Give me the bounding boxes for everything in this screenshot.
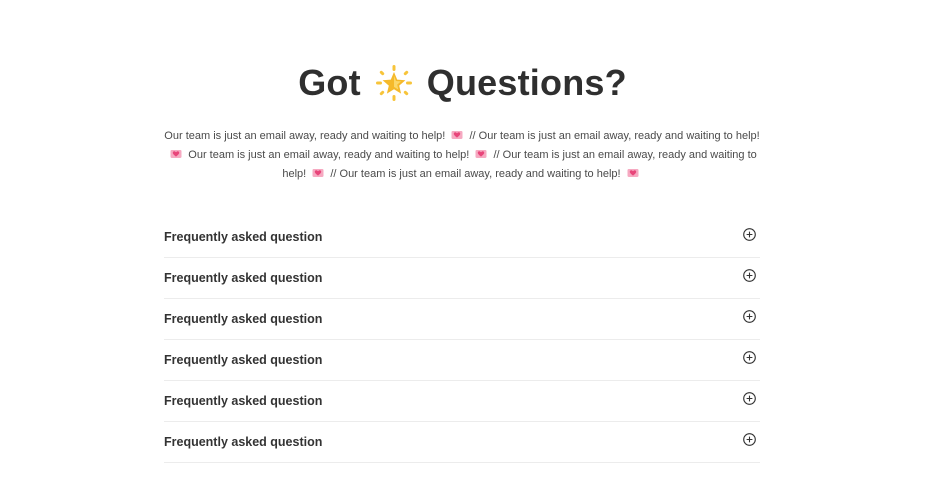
faq-item-3[interactable]: Frequently asked question bbox=[164, 299, 760, 340]
faq-item-1[interactable]: Frequently asked question bbox=[164, 217, 760, 258]
love-letter-icon bbox=[475, 147, 487, 165]
plus-circle-icon[interactable] bbox=[743, 433, 756, 451]
faq-question: Frequently asked question bbox=[164, 435, 323, 449]
love-letter-icon bbox=[451, 128, 463, 146]
faq-list: Frequently asked question Frequently ask… bbox=[164, 217, 760, 463]
faq-question: Frequently asked question bbox=[164, 394, 323, 408]
intro-segment-5: // Our team is just an email away, ready… bbox=[330, 168, 621, 180]
faq-item-4[interactable]: Frequently asked question bbox=[164, 340, 760, 381]
plus-circle-icon[interactable] bbox=[743, 351, 756, 369]
plus-circle-icon[interactable] bbox=[743, 228, 756, 246]
intro-segment-2: // Our team is just an email away, ready… bbox=[469, 130, 760, 142]
sparkle-star-icon bbox=[375, 64, 413, 102]
plus-circle-icon[interactable] bbox=[743, 269, 756, 287]
plus-circle-icon[interactable] bbox=[743, 310, 756, 328]
faq-item-5[interactable]: Frequently asked question bbox=[164, 381, 760, 422]
faq-question: Frequently asked question bbox=[164, 312, 323, 326]
faq-question: Frequently asked question bbox=[164, 353, 323, 367]
love-letter-icon bbox=[627, 166, 639, 184]
plus-circle-icon[interactable] bbox=[743, 392, 756, 410]
faq-item-6[interactable]: Frequently asked question bbox=[164, 422, 760, 463]
intro-segment-3: Our team is just an email away, ready an… bbox=[188, 149, 470, 161]
faq-question: Frequently asked question bbox=[164, 271, 323, 285]
love-letter-icon bbox=[312, 166, 324, 184]
faq-item-2[interactable]: Frequently asked question bbox=[164, 258, 760, 299]
love-letter-icon bbox=[170, 147, 182, 165]
intro-segment-1: Our team is just an email away, ready an… bbox=[164, 130, 446, 142]
title-word-got: Got bbox=[298, 62, 361, 104]
intro-paragraph: Our team is just an email away, ready an… bbox=[162, 127, 762, 184]
page-title: Got Questions? bbox=[0, 60, 925, 106]
title-word-questions: Questions? bbox=[426, 62, 627, 104]
faq-question: Frequently asked question bbox=[164, 230, 323, 244]
